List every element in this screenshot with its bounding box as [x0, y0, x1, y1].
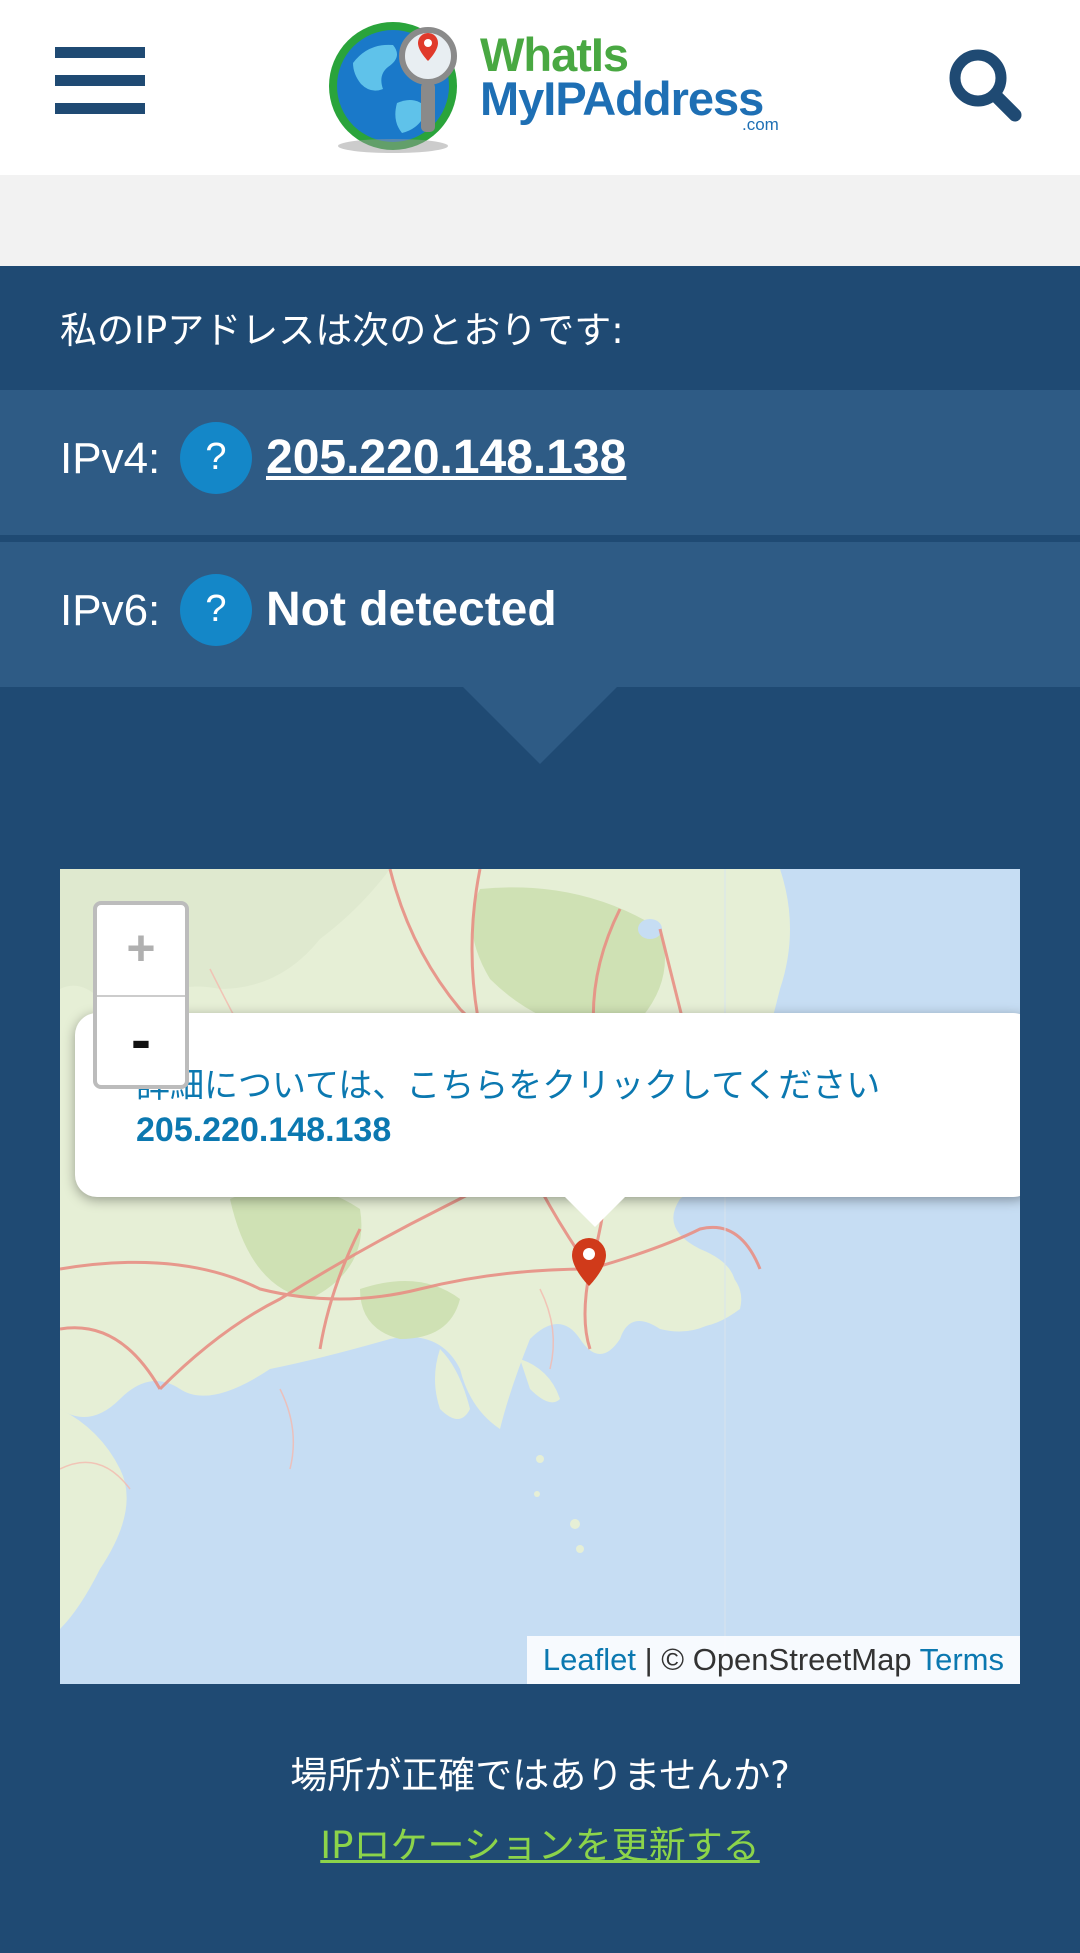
- popup-tip: [563, 1195, 627, 1227]
- ipv4-help-button[interactable]: ?: [180, 422, 252, 494]
- map-popup: 詳細については、こちらをクリックしてください 205.220.148.138: [75, 1013, 1020, 1197]
- logo-text-myipaddress: MyIPAddress: [480, 72, 764, 125]
- leaflet-link[interactable]: Leaflet: [543, 1642, 636, 1677]
- ipv4-label: IPv4:: [60, 434, 161, 483]
- zoom-out-button[interactable]: -: [97, 997, 185, 1087]
- ipv4-address-link[interactable]: 205.220.148.138: [266, 430, 626, 485]
- map-attribution: Leaflet | © OpenStreetMap Terms: [526, 1636, 1020, 1684]
- terms-link[interactable]: Terms: [920, 1642, 1004, 1677]
- ipv6-help-button[interactable]: ?: [180, 574, 252, 646]
- ipv6-value: Not detected: [266, 583, 557, 636]
- popup-details-link[interactable]: 詳細については、こちらをクリックしてください: [136, 1058, 880, 1107]
- ipv6-label: IPv6:: [60, 586, 161, 635]
- map-tiles: [60, 869, 1020, 1684]
- attribution-text: | © OpenStreetMap: [635, 1642, 920, 1677]
- ipv4-row: IPv4: ? 205.220.148.138: [0, 390, 1080, 535]
- ad-placeholder-band: [0, 175, 1080, 266]
- update-location-link[interactable]: IPロケーションを更新する: [320, 1824, 759, 1867]
- popup-ip-link[interactable]: 205.220.148.138: [136, 1111, 391, 1150]
- site-logo[interactable]: WhatIs MyIPAddress .com: [325, 8, 779, 158]
- logo-text-dotcom: .com: [742, 115, 779, 134]
- location-question: 場所が正確ではありませんか?: [290, 1754, 790, 1797]
- update-location-wrapper: IPロケーションを更新する: [0, 1815, 1080, 1869]
- globe-logo-icon: [329, 22, 457, 153]
- search-icon[interactable]: [945, 45, 1025, 125]
- zoom-in-button[interactable]: +: [97, 905, 185, 997]
- ipv6-row: IPv6: ? Not detected: [0, 542, 1080, 687]
- header: WhatIs MyIPAddress .com: [0, 0, 1080, 175]
- hamburger-menu-icon[interactable]: [55, 47, 145, 115]
- map-pin-icon[interactable]: [570, 1236, 608, 1288]
- section-pointer: [463, 687, 617, 764]
- location-map[interactable]: 詳細については、こちらをクリックしてください 205.220.148.138 +…: [60, 869, 1020, 1684]
- zoom-control: + -: [93, 901, 189, 1089]
- ip-heading: 私のIPアドレスは次のとおりです:: [60, 309, 624, 352]
